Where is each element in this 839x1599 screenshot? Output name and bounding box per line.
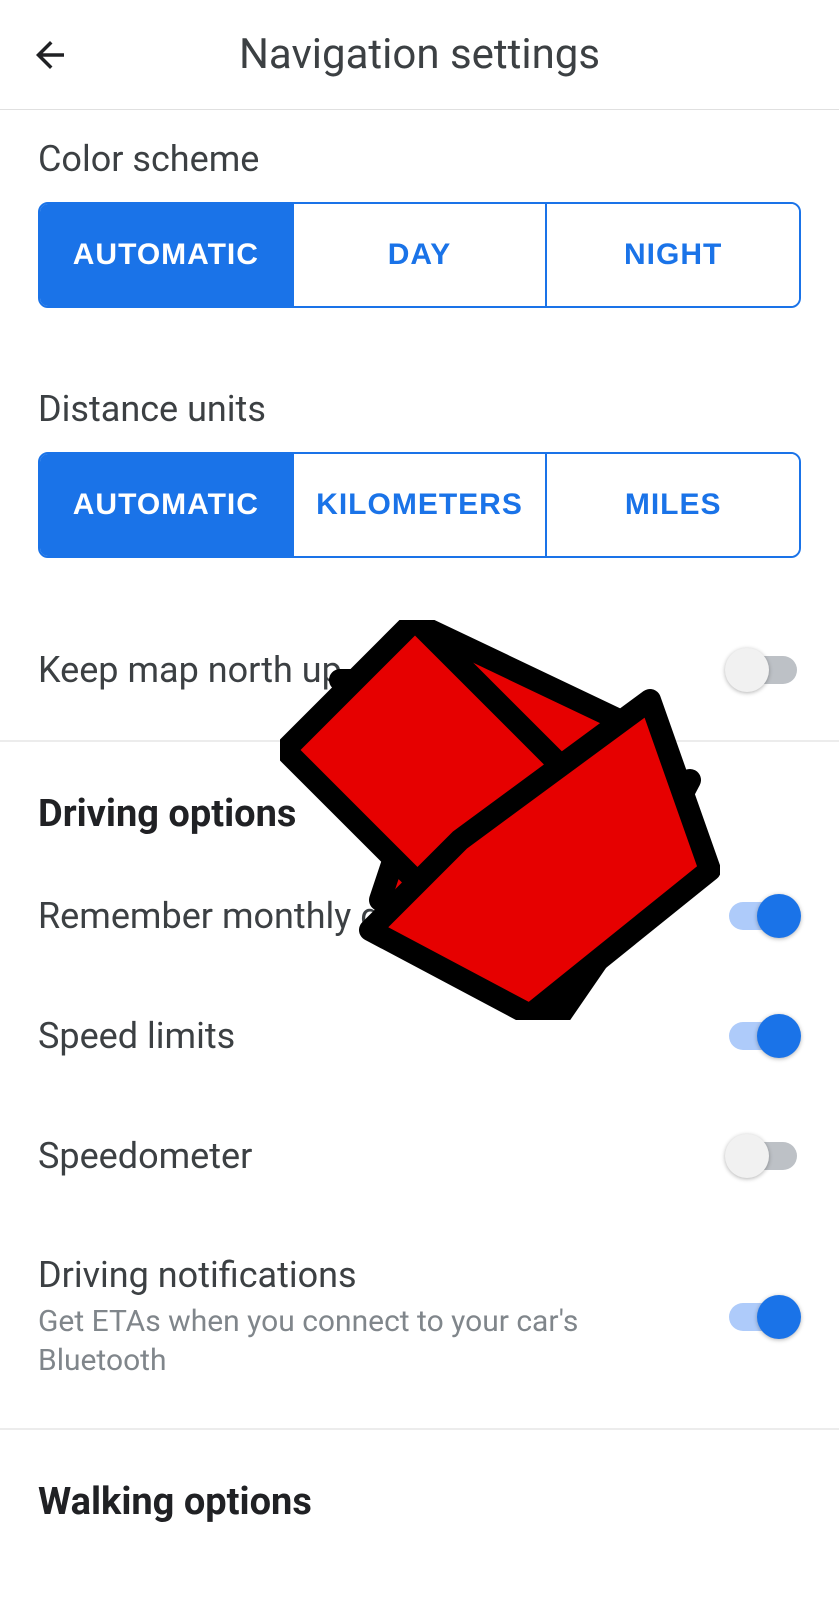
distance-units-automatic[interactable]: AUTOMATIC <box>40 454 292 556</box>
color-scheme-night[interactable]: NIGHT <box>545 204 799 306</box>
app-bar: Navigation settings <box>0 0 839 110</box>
speed-limits-toggle[interactable] <box>725 1014 801 1058</box>
driving-notifications-label: Driving notifications <box>38 1254 598 1296</box>
speedometer-label: Speedometer <box>38 1135 252 1177</box>
color-scheme-label: Color scheme <box>38 110 801 202</box>
row-keep-map-north[interactable]: Keep map north up <box>0 610 839 730</box>
section-distance-units: Distance units AUTOMATIC KILOMETERS MILE… <box>0 360 839 558</box>
row-driving-notifications[interactable]: Driving notifications Get ETAs when you … <box>0 1216 839 1418</box>
driving-notifications-toggle[interactable] <box>725 1295 801 1339</box>
section-color-scheme: Color scheme AUTOMATIC DAY NIGHT <box>0 110 839 308</box>
row-remember-monthly-driving[interactable]: Remember monthly driving <box>0 856 839 976</box>
row-speed-limits[interactable]: Speed limits <box>0 976 839 1096</box>
speedometer-toggle[interactable] <box>725 1134 801 1178</box>
color-scheme-group: AUTOMATIC DAY NIGHT <box>38 202 801 308</box>
keep-map-north-toggle[interactable] <box>725 648 801 692</box>
remember-monthly-driving-toggle[interactable] <box>725 894 801 938</box>
driving-options-header: Driving options <box>0 742 839 856</box>
arrow-left-icon <box>29 34 71 76</box>
distance-units-label: Distance units <box>38 360 801 452</box>
row-speedometer[interactable]: Speedometer <box>0 1096 839 1216</box>
color-scheme-day[interactable]: DAY <box>292 204 546 306</box>
color-scheme-automatic[interactable]: AUTOMATIC <box>40 204 292 306</box>
walking-options-header: Walking options <box>0 1430 839 1544</box>
distance-units-miles[interactable]: MILES <box>545 454 799 556</box>
speed-limits-label: Speed limits <box>38 1015 235 1057</box>
distance-units-kilometers[interactable]: KILOMETERS <box>292 454 546 556</box>
back-button[interactable] <box>20 25 80 85</box>
keep-map-north-label: Keep map north up <box>38 649 342 691</box>
distance-units-group: AUTOMATIC KILOMETERS MILES <box>38 452 801 558</box>
remember-monthly-driving-label: Remember monthly driving <box>38 895 468 937</box>
driving-notifications-subtitle: Get ETAs when you connect to your car's … <box>38 1302 598 1380</box>
page-title: Navigation settings <box>80 30 759 79</box>
